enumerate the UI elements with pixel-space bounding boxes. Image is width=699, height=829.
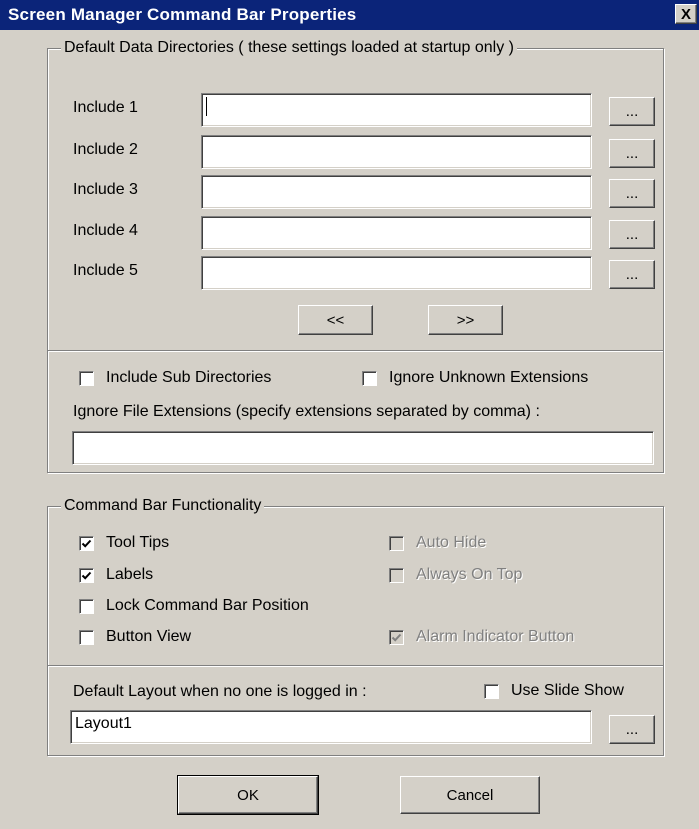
include-4-browse-button[interactable]: ... [609,220,655,249]
tool-tips-box[interactable] [79,535,94,551]
auto-hide-checkbox: Auto Hide [389,534,486,552]
command-bar-functionality-legend: Command Bar Functionality [61,497,265,515]
tool-tips-checkbox[interactable]: Tool Tips [79,534,169,552]
include-5-label: Include 5 [73,262,138,279]
ignore-unknown-extensions-checkbox[interactable]: Ignore Unknown Extensions [362,369,588,387]
auto-hide-label: Auto Hide [416,534,487,551]
include-sub-directories-label: Include Sub Directories [106,369,272,386]
title-bar: Screen Manager Command Bar Properties X [0,0,699,30]
functionality-divider [48,665,663,667]
auto-hide-box [389,535,404,551]
labels-label: Labels [106,566,154,583]
alarm-indicator-button-label: Alarm Indicator Button [416,628,575,645]
lock-command-bar-position-box[interactable] [79,598,94,614]
include-1-browse-button[interactable]: ... [609,97,655,126]
include-4-input[interactable] [201,216,592,250]
checkmark-icon [391,633,402,642]
tool-tips-label: Tool Tips [106,534,170,551]
checkmark-icon [81,571,92,580]
include-5-input[interactable] [201,256,592,290]
use-slide-show-box[interactable] [484,683,499,699]
ok-button[interactable]: OK [177,775,319,815]
always-on-top-box [389,567,404,583]
button-view-label: Button View [106,628,192,645]
close-button[interactable]: X [675,4,697,24]
ignore-unknown-extensions-label: Ignore Unknown Extensions [389,369,589,386]
checkmark-icon [81,539,92,548]
include-2-input[interactable] [201,135,592,169]
ignore-file-extensions-label: Ignore File Extensions (specify extensio… [73,403,540,420]
default-data-directories-legend: Default Data Directories ( these setting… [61,39,517,57]
include-1-label: Include 1 [73,99,138,116]
include-4-label: Include 4 [73,222,138,239]
default-layout-browse-button[interactable]: ... [609,715,655,744]
use-slide-show-label: Use Slide Show [511,682,624,699]
always-on-top-label: Always On Top [416,566,523,583]
lock-command-bar-position-checkbox[interactable]: Lock Command Bar Position [79,597,309,615]
labels-checkbox[interactable]: Labels [79,566,153,584]
previous-page-button[interactable]: << [298,305,373,335]
close-icon: X [680,5,691,23]
cancel-button[interactable]: Cancel [400,776,540,814]
include-1-input[interactable] [201,93,592,127]
default-layout-label: Default Layout when no one is logged in … [73,683,367,700]
include-2-browse-button[interactable]: ... [609,139,655,168]
next-page-button[interactable]: >> [428,305,503,335]
text-caret [206,97,207,117]
include-2-label: Include 2 [73,141,138,158]
default-layout-input[interactable]: Layout1 [70,710,592,744]
include-sub-directories-box[interactable] [79,370,94,386]
use-slide-show-checkbox[interactable]: Use Slide Show [484,682,624,700]
ignore-unknown-extensions-box[interactable] [362,370,377,386]
include-5-browse-button[interactable]: ... [609,260,655,289]
button-view-box[interactable] [79,629,94,645]
alarm-indicator-button-box [389,629,404,645]
include-3-browse-button[interactable]: ... [609,179,655,208]
directories-divider [48,350,663,352]
labels-box[interactable] [79,567,94,583]
lock-command-bar-position-label: Lock Command Bar Position [106,597,309,614]
button-view-checkbox[interactable]: Button View [79,628,191,646]
include-3-input[interactable] [201,175,592,209]
include-sub-directories-checkbox[interactable]: Include Sub Directories [79,369,271,387]
include-3-label: Include 3 [73,181,138,198]
window-title: Screen Manager Command Bar Properties [8,5,357,24]
always-on-top-checkbox: Always On Top [389,566,522,584]
alarm-indicator-button-checkbox: Alarm Indicator Button [389,628,574,646]
ignore-file-extensions-input[interactable] [72,431,654,465]
